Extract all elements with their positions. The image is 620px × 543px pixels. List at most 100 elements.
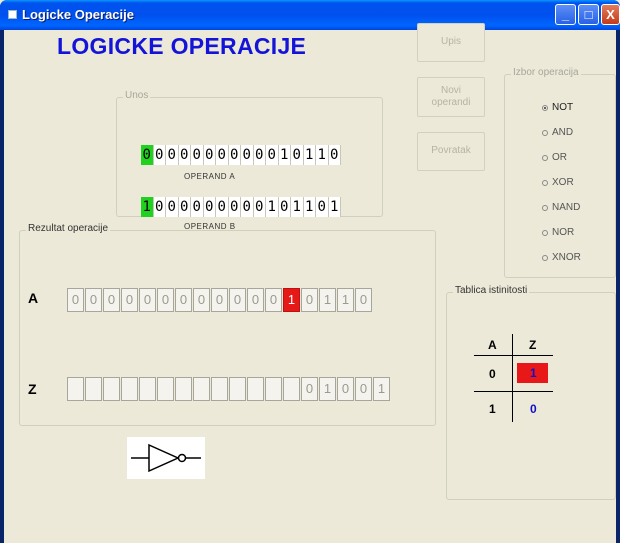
result-bit: 0 xyxy=(265,288,282,312)
result-bit: 0 xyxy=(355,288,372,312)
radio-dot-icon xyxy=(542,104,548,111)
operand-bit[interactable]: 0 xyxy=(253,197,266,217)
radio-dot-icon xyxy=(542,154,548,161)
operand-bit[interactable]: 0 xyxy=(166,145,179,165)
result-bit xyxy=(229,377,246,401)
izbor-legend: Izbor operacija xyxy=(511,67,581,78)
operand-bit[interactable]: 0 xyxy=(191,197,204,217)
result-row-a: 00000000000010110 xyxy=(67,288,373,312)
operand-bit[interactable]: 0 xyxy=(291,145,304,165)
operand-bit[interactable]: 0 xyxy=(166,197,179,217)
operand-bit[interactable]: 0 xyxy=(191,145,204,165)
operand-bit[interactable]: 1 xyxy=(141,197,154,217)
result-bit xyxy=(139,377,156,401)
result-bit xyxy=(85,377,102,401)
operand-bit[interactable]: 0 xyxy=(178,145,191,165)
operand-bit[interactable]: 0 xyxy=(278,197,291,217)
radio-label: NOT xyxy=(552,102,574,113)
operand-bit[interactable]: 0 xyxy=(153,145,166,165)
unos-legend: Unos xyxy=(123,90,151,101)
result-bit: 0 xyxy=(157,288,174,312)
operand-bit[interactable]: 0 xyxy=(241,197,254,217)
novi-operandi-button[interactable]: Novi operandi xyxy=(417,77,485,117)
operand-bit[interactable]: 1 xyxy=(328,197,341,217)
truth-row1-z: 1 xyxy=(530,366,537,380)
result-bit xyxy=(211,377,228,401)
app-icon[interactable] xyxy=(8,10,17,19)
operand-bit[interactable]: 0 xyxy=(228,145,241,165)
operand-bit[interactable]: 0 xyxy=(316,197,329,217)
upis-button[interactable]: Upis xyxy=(417,23,485,62)
operand-a-bits[interactable]: 0000000000010110 xyxy=(141,145,341,165)
radio-xnor[interactable]: XNOR xyxy=(542,252,581,263)
result-bit: 0 xyxy=(193,288,210,312)
operand-bit[interactable]: 0 xyxy=(203,145,216,165)
window-title: Logicke Operacije xyxy=(22,7,134,22)
minimize-button[interactable]: _ xyxy=(555,4,576,25)
truth-row2-z: 0 xyxy=(530,402,537,416)
radio-dot-icon xyxy=(542,129,548,136)
operand-bit[interactable]: 1 xyxy=(278,145,291,165)
operand-a-label: OPERAND A xyxy=(184,172,236,181)
radio-label: OR xyxy=(552,152,567,163)
truth-row1-a: 0 xyxy=(489,367,496,381)
truth-header-a: A xyxy=(488,338,497,352)
result-bit xyxy=(283,377,300,401)
operand-bit[interactable]: 1 xyxy=(316,145,329,165)
radio-label: XOR xyxy=(552,177,574,188)
operand-bit[interactable]: 0 xyxy=(141,145,154,165)
operand-bit[interactable]: 0 xyxy=(178,197,191,217)
row-a-label: A xyxy=(28,290,39,306)
radio-or[interactable]: OR xyxy=(542,152,567,163)
operand-bit[interactable]: 1 xyxy=(266,197,279,217)
radio-xor[interactable]: XOR xyxy=(542,177,574,188)
povratak-button[interactable]: Povratak xyxy=(417,132,485,171)
result-bit: 0 xyxy=(301,288,318,312)
radio-label: NAND xyxy=(552,202,581,213)
operand-bit[interactable]: 1 xyxy=(291,197,304,217)
result-bit: 0 xyxy=(103,288,120,312)
result-bit: 0 xyxy=(301,377,318,401)
operand-bit[interactable]: 0 xyxy=(216,197,229,217)
truth-table-divider-h2 xyxy=(474,391,553,392)
radio-label: NOR xyxy=(552,227,575,238)
result-bit xyxy=(121,377,138,401)
row-z-label: Z xyxy=(28,381,37,397)
not-gate-icon xyxy=(127,437,205,479)
result-bit xyxy=(247,377,264,401)
operand-bit[interactable]: 1 xyxy=(303,145,316,165)
result-bit xyxy=(103,377,120,401)
result-bit xyxy=(67,377,84,401)
rezultat-legend: Rezultat operacije xyxy=(26,223,111,234)
radio-dot-icon xyxy=(542,179,548,186)
operand-bit[interactable]: 0 xyxy=(241,145,254,165)
operand-bit[interactable]: 0 xyxy=(228,197,241,217)
result-bit: 0 xyxy=(139,288,156,312)
close-button[interactable]: X xyxy=(601,4,620,25)
novi-label-line2: operandi xyxy=(431,97,471,108)
truth-table-divider-v xyxy=(512,334,513,422)
radio-dot-icon xyxy=(542,229,548,236)
operand-bit[interactable]: 0 xyxy=(216,145,229,165)
result-bit: 0 xyxy=(211,288,228,312)
result-bit: 0 xyxy=(229,288,246,312)
operand-bit[interactable]: 1 xyxy=(303,197,316,217)
radio-nand[interactable]: NAND xyxy=(542,202,580,213)
radio-nor[interactable]: NOR xyxy=(542,227,574,238)
operand-bit[interactable]: 0 xyxy=(328,145,341,165)
operand-bit[interactable]: 0 xyxy=(153,197,166,217)
result-bit: 0 xyxy=(247,288,264,312)
radio-dot-icon xyxy=(542,254,548,261)
radio-label: AND xyxy=(552,127,574,138)
radio-not[interactable]: NOT xyxy=(542,102,573,113)
radio-and[interactable]: AND xyxy=(542,127,573,138)
operand-bit[interactable]: 0 xyxy=(203,197,216,217)
title-bar[interactable]: Logicke Operacije _ □ X xyxy=(0,0,620,30)
operand-bit[interactable]: 0 xyxy=(266,145,279,165)
operand-b-bits[interactable]: 1000000000101101 xyxy=(141,197,341,217)
page-title: LOGICKE OPERACIJE xyxy=(57,33,307,59)
maximize-button[interactable]: □ xyxy=(578,4,599,25)
result-bit: 0 xyxy=(85,288,102,312)
operand-bit[interactable]: 0 xyxy=(253,145,266,165)
result-bit: 0 xyxy=(175,288,192,312)
